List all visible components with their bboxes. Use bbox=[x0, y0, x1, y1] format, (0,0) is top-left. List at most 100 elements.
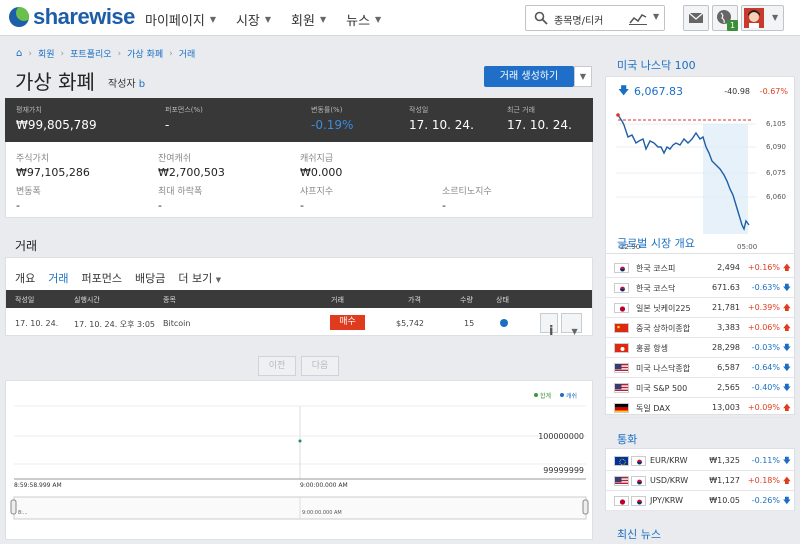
market-value: 21,781 bbox=[712, 303, 740, 312]
logo-mark-icon bbox=[9, 7, 29, 27]
info-value: - bbox=[16, 199, 20, 212]
flag-icon bbox=[614, 476, 629, 486]
flag-icon bbox=[614, 403, 629, 413]
currency-title[interactable]: 통화 bbox=[617, 431, 637, 447]
stat-label: 퍼포먼스(%) bbox=[165, 106, 203, 114]
flag-icon bbox=[614, 496, 629, 506]
nav-item-news[interactable]: 뉴스 ▼ bbox=[346, 10, 381, 29]
cell-asset[interactable]: Bitcoin bbox=[163, 319, 190, 328]
market-row[interactable]: 한국 코스피 2,494 +0.16% 🡅 bbox=[606, 258, 794, 278]
column-header[interactable]: 상태 bbox=[496, 295, 509, 305]
stat-value: -0.19% bbox=[311, 118, 354, 132]
x-label: 9:00:00.000 AM bbox=[300, 482, 348, 489]
market-row[interactable]: 홍콩 항셍 28,298 -0.03% 🡇 bbox=[606, 338, 794, 358]
stat-created: 작성일 17. 10. 24. bbox=[409, 105, 474, 132]
market-row[interactable]: 일본 닛케이225 21,781 +0.39% 🡅 bbox=[606, 298, 794, 318]
nav-item-members[interactable]: 회원 ▼ bbox=[291, 10, 326, 29]
navigator-handle-right[interactable] bbox=[582, 499, 589, 515]
arrow-down-icon: 🡇 bbox=[782, 383, 791, 392]
currency-value: ₩1,127 bbox=[709, 476, 740, 485]
market-row[interactable]: 미국 나스닥종합 6,587 -0.64% 🡇 bbox=[606, 358, 794, 378]
prev-button[interactable]: 이전 bbox=[258, 356, 296, 376]
search-input[interactable]: 종목명/티커 ▼ bbox=[525, 5, 665, 31]
nav-label: 시장 bbox=[235, 14, 260, 29]
info-value: ₩2,700,503 bbox=[158, 166, 225, 179]
currency-row[interactable]: EUR/KRW ₩1,325 -0.11% 🡇 bbox=[606, 451, 794, 471]
create-dropdown-button[interactable]: ▼ bbox=[574, 66, 592, 87]
data-point[interactable] bbox=[298, 439, 302, 443]
portfolio-chart: 합계 캐쉬 100000000 99999999 8:59:58.999 AM … bbox=[5, 380, 593, 540]
market-name: 독일 DAX bbox=[636, 404, 671, 413]
column-header[interactable]: 수량 bbox=[460, 295, 473, 305]
info-label: 변동폭 bbox=[16, 187, 41, 197]
currency-row[interactable]: USD/KRW ₩1,127 +0.18% 🡅 bbox=[606, 471, 794, 491]
column-header[interactable]: 작성일 bbox=[15, 295, 34, 305]
home-icon[interactable]: ⌂ bbox=[16, 48, 22, 59]
currency-change: -0.26% bbox=[751, 496, 780, 505]
chevron-down-icon: ▼ bbox=[209, 15, 216, 24]
arrow-up-icon: 🡅 bbox=[782, 263, 791, 272]
logo[interactable]: sharewise bbox=[9, 6, 135, 28]
flag-icon bbox=[614, 303, 629, 313]
expand-row-button[interactable]: ▼ bbox=[561, 313, 582, 336]
chart-icon[interactable] bbox=[629, 12, 647, 25]
arrow-down-icon: 🡇 bbox=[782, 456, 791, 465]
arrow-down-icon: 🡇 bbox=[782, 496, 791, 505]
market-row[interactable]: 미국 S&P 500 2,565 -0.40% 🡇 bbox=[606, 378, 794, 398]
column-header[interactable]: 거래 bbox=[331, 295, 344, 305]
column-header[interactable]: 실행시간 bbox=[74, 295, 100, 305]
y-tick: 6,060 bbox=[766, 193, 786, 201]
stat-value: - bbox=[165, 118, 170, 132]
info-cash: 잔여캐쉬 ₩2,700,503 bbox=[158, 151, 225, 179]
table-row[interactable]: 17. 10. 24. 17. 10. 24. 오후 3:05 Bitcoin … bbox=[6, 310, 592, 339]
breadcrumb-item[interactable]: 포트폴리오 bbox=[70, 47, 111, 60]
navigator-handle-left[interactable] bbox=[10, 499, 17, 515]
mail-icon bbox=[688, 12, 704, 23]
breadcrumb-item[interactable]: 거래 bbox=[179, 47, 196, 60]
nav-item-market[interactable]: 시장 ▼ bbox=[236, 10, 271, 29]
stat-total-value: 평재가치 ₩99,805,789 bbox=[16, 105, 97, 132]
chevron-down-icon[interactable]: ▼ bbox=[653, 12, 659, 21]
market-value: 28,298 bbox=[712, 343, 740, 352]
author-link[interactable]: b bbox=[139, 79, 145, 90]
flag-icon bbox=[614, 456, 629, 466]
next-button[interactable]: 다음 bbox=[301, 356, 339, 376]
cell-qty: 15 bbox=[464, 319, 475, 328]
info-label: 소르티노지수 bbox=[442, 187, 492, 197]
breadcrumb-separator: › bbox=[60, 48, 65, 59]
markets-title[interactable]: 글로벌 시장 개요 bbox=[617, 235, 695, 251]
user-menu[interactable]: ▼ bbox=[741, 5, 784, 31]
mail-button[interactable] bbox=[683, 5, 709, 31]
market-row[interactable]: 독일 DAX 13,003 +0.09% 🡅 bbox=[606, 398, 794, 418]
column-header[interactable]: 종목 bbox=[163, 295, 176, 305]
market-row[interactable]: 한국 코스닥 671.63 -0.63% 🡇 bbox=[606, 278, 794, 298]
nasdaq-value: 6,067.83 bbox=[634, 85, 683, 98]
stat-last-trade: 최근 거래 17. 10. 24. bbox=[507, 105, 572, 132]
arrow-down-icon: 🡇 bbox=[782, 283, 791, 292]
market-overview-list: 한국 코스피 2,494 +0.16% 🡅 한국 코스닥 671.63 -0.63% 🡇 일본 … bbox=[605, 253, 795, 418]
legend-dot-cash bbox=[560, 393, 564, 397]
nasdaq-title[interactable]: 미국 나스닥 100 bbox=[617, 57, 696, 73]
market-change: +0.39% bbox=[747, 303, 780, 312]
breadcrumb-item[interactable]: 회원 bbox=[38, 47, 55, 60]
currency-row[interactable]: JPY/KRW ₩10.05 -0.26% 🡇 bbox=[606, 491, 794, 511]
arrow-up-icon: 🡅 bbox=[782, 476, 791, 485]
nasdaq-start-point bbox=[616, 113, 620, 117]
market-row[interactable]: 중국 상하이종합 3,383 +0.06% 🡅 bbox=[606, 318, 794, 338]
legend-cash[interactable]: 캐쉬 bbox=[566, 392, 577, 400]
breadcrumb-item[interactable]: 가상 화폐 bbox=[127, 47, 163, 60]
latest-news-title[interactable]: 최신 뉴스 bbox=[617, 526, 661, 542]
market-change: -0.03% bbox=[751, 343, 780, 352]
nav-item-mypage[interactable]: 마이페이지 ▼ bbox=[145, 10, 216, 29]
market-change: +0.06% bbox=[747, 323, 780, 332]
create-trade-button[interactable]: 거래 생성하기 bbox=[484, 66, 574, 87]
info-cash-payment: 캐쉬지급 ₩0.000 bbox=[300, 151, 342, 179]
globe-notification-button[interactable]: 1 bbox=[712, 5, 738, 31]
flag-icon bbox=[614, 283, 629, 293]
stat-label: 작성일 bbox=[409, 106, 429, 114]
avatar bbox=[744, 8, 764, 28]
nasdaq-widget[interactable]: 🡇 6,067.83 -40.98 -0.67% 6,105 6,090 6,0… bbox=[605, 76, 795, 256]
info-button[interactable]: i bbox=[540, 313, 558, 339]
legend-total[interactable]: 합계 bbox=[540, 392, 551, 400]
column-header[interactable]: 가격 bbox=[408, 295, 421, 305]
